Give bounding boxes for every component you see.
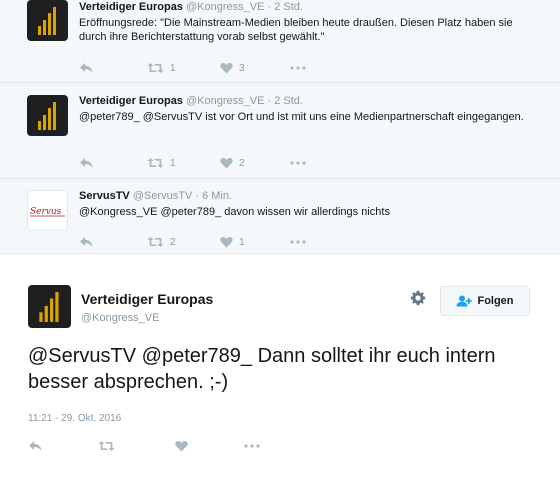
tweet-text: @ServusTV @peter789_ Dann solltet ihr eu… bbox=[28, 345, 496, 393]
retweet-icon bbox=[98, 441, 115, 451]
heart-icon bbox=[175, 441, 188, 452]
username[interactable]: @ServusTV bbox=[133, 190, 192, 202]
settings-button[interactable] bbox=[410, 290, 426, 311]
servustv-logo-icon: Servus bbox=[30, 207, 65, 217]
reply-button[interactable] bbox=[79, 157, 147, 169]
tweet-header: ServusTV @ServusTV · 6 Min. bbox=[79, 190, 536, 203]
svg-text:Servus: Servus bbox=[30, 207, 62, 217]
username[interactable]: @Kongress_VE bbox=[81, 312, 159, 324]
tweet-content: Verteidiger Europas @Kongress_VE · 2 Std… bbox=[79, 95, 536, 124]
heart-icon bbox=[220, 63, 233, 74]
display-name[interactable]: Verteidiger Europas bbox=[81, 291, 213, 307]
reply-icon bbox=[80, 63, 93, 73]
username[interactable]: @Kongress_VE bbox=[186, 1, 264, 13]
tweet-text: @peter789_ @ServusTV ist vor Ort und ist… bbox=[79, 111, 524, 123]
more-button[interactable] bbox=[290, 66, 310, 70]
tweet-actions: 1 2 bbox=[79, 157, 310, 169]
tweet-actions bbox=[28, 440, 260, 452]
tweet-content: Verteidiger Europas @Kongress_VE · 2 Std… bbox=[79, 1, 536, 44]
display-name[interactable]: Verteidiger Europas bbox=[79, 95, 183, 107]
retweet-count: 2 bbox=[170, 236, 176, 248]
avatar[interactable]: Servus bbox=[27, 190, 68, 231]
timestamp[interactable]: 2 Std. bbox=[274, 1, 303, 13]
retweet-button[interactable]: 1 bbox=[147, 62, 220, 74]
tweet-header: Verteidiger Europas @Kongress_VE · 2 Std… bbox=[79, 95, 536, 108]
like-count: 2 bbox=[239, 157, 245, 169]
reply-icon bbox=[80, 158, 93, 168]
reply-icon bbox=[80, 237, 93, 247]
more-button[interactable] bbox=[290, 161, 310, 165]
more-button[interactable] bbox=[290, 240, 310, 244]
reply-button[interactable] bbox=[79, 236, 147, 248]
conversation-thread: Verteidiger Europas @Kongress_VE · 2 Std… bbox=[0, 0, 560, 254]
follow-user-icon bbox=[456, 295, 473, 307]
reply-icon bbox=[29, 441, 42, 451]
reply-button[interactable] bbox=[28, 440, 98, 452]
timestamp[interactable]: 6 Min. bbox=[202, 190, 232, 202]
tweet-text: Eröffnungsrede: "Die Mainstream-Medien b… bbox=[79, 17, 513, 43]
more-dots-icon bbox=[290, 240, 306, 244]
tweet-2[interactable]: Verteidiger Europas @Kongress_VE · 2 Std… bbox=[0, 83, 560, 179]
like-button[interactable]: 3 bbox=[220, 62, 290, 74]
separator: · bbox=[195, 190, 200, 202]
reply-button[interactable] bbox=[79, 62, 147, 74]
tweet-1[interactable]: Verteidiger Europas @Kongress_VE · 2 Std… bbox=[0, 0, 560, 83]
like-button[interactable]: 1 bbox=[220, 236, 290, 248]
tweet-actions: 2 1 bbox=[79, 236, 310, 248]
like-button[interactable]: 2 bbox=[220, 157, 290, 169]
display-name[interactable]: ServusTV bbox=[79, 190, 130, 202]
like-count: 3 bbox=[239, 62, 245, 74]
tweet-text: @Kongress_VE @peter789_ davon wissen wir… bbox=[79, 206, 390, 218]
timestamp[interactable]: 11:21 - 29. Okt. 2016 bbox=[28, 413, 121, 424]
heart-icon bbox=[220, 158, 233, 169]
retweet-count: 1 bbox=[170, 62, 176, 74]
avatar[interactable] bbox=[28, 285, 71, 328]
more-dots-icon bbox=[290, 66, 306, 70]
gold-bars-logo-icon bbox=[37, 101, 56, 130]
tweet-content: ServusTV @ServusTV · 6 Min. @Kongress_VE… bbox=[79, 190, 536, 219]
timestamp[interactable]: 2 Std. bbox=[274, 95, 303, 107]
retweet-icon bbox=[147, 158, 164, 168]
display-name[interactable]: Verteidiger Europas bbox=[79, 1, 183, 13]
gold-bars-logo-icon bbox=[38, 291, 59, 322]
tweet-actions: 1 3 bbox=[79, 62, 310, 74]
gold-bars-logo-icon bbox=[37, 6, 56, 35]
retweet-button[interactable]: 2 bbox=[147, 236, 220, 248]
retweet-button[interactable]: 1 bbox=[147, 157, 220, 169]
avatar[interactable] bbox=[27, 0, 68, 41]
more-button[interactable] bbox=[244, 444, 260, 448]
more-dots-icon bbox=[290, 161, 306, 165]
follow-button[interactable]: Folgen bbox=[440, 286, 530, 316]
avatar[interactable] bbox=[27, 95, 68, 136]
more-dots-icon bbox=[244, 444, 260, 448]
tweet-3[interactable]: Servus ServusTV @ServusTV · 6 Min. @Kong… bbox=[0, 179, 560, 254]
retweet-icon bbox=[147, 237, 164, 247]
like-count: 1 bbox=[239, 236, 245, 248]
tweet-header: Verteidiger Europas @Kongress_VE · 2 Std… bbox=[79, 1, 536, 14]
username[interactable]: @Kongress_VE bbox=[186, 95, 264, 107]
separator: · bbox=[267, 1, 272, 13]
follow-label: Folgen bbox=[477, 295, 514, 307]
separator: · bbox=[267, 95, 272, 107]
retweet-button[interactable] bbox=[98, 440, 175, 452]
heart-icon bbox=[220, 237, 233, 248]
gear-icon bbox=[410, 290, 426, 306]
retweet-count: 1 bbox=[170, 157, 176, 169]
like-button[interactable] bbox=[175, 440, 244, 452]
retweet-icon bbox=[147, 63, 164, 73]
